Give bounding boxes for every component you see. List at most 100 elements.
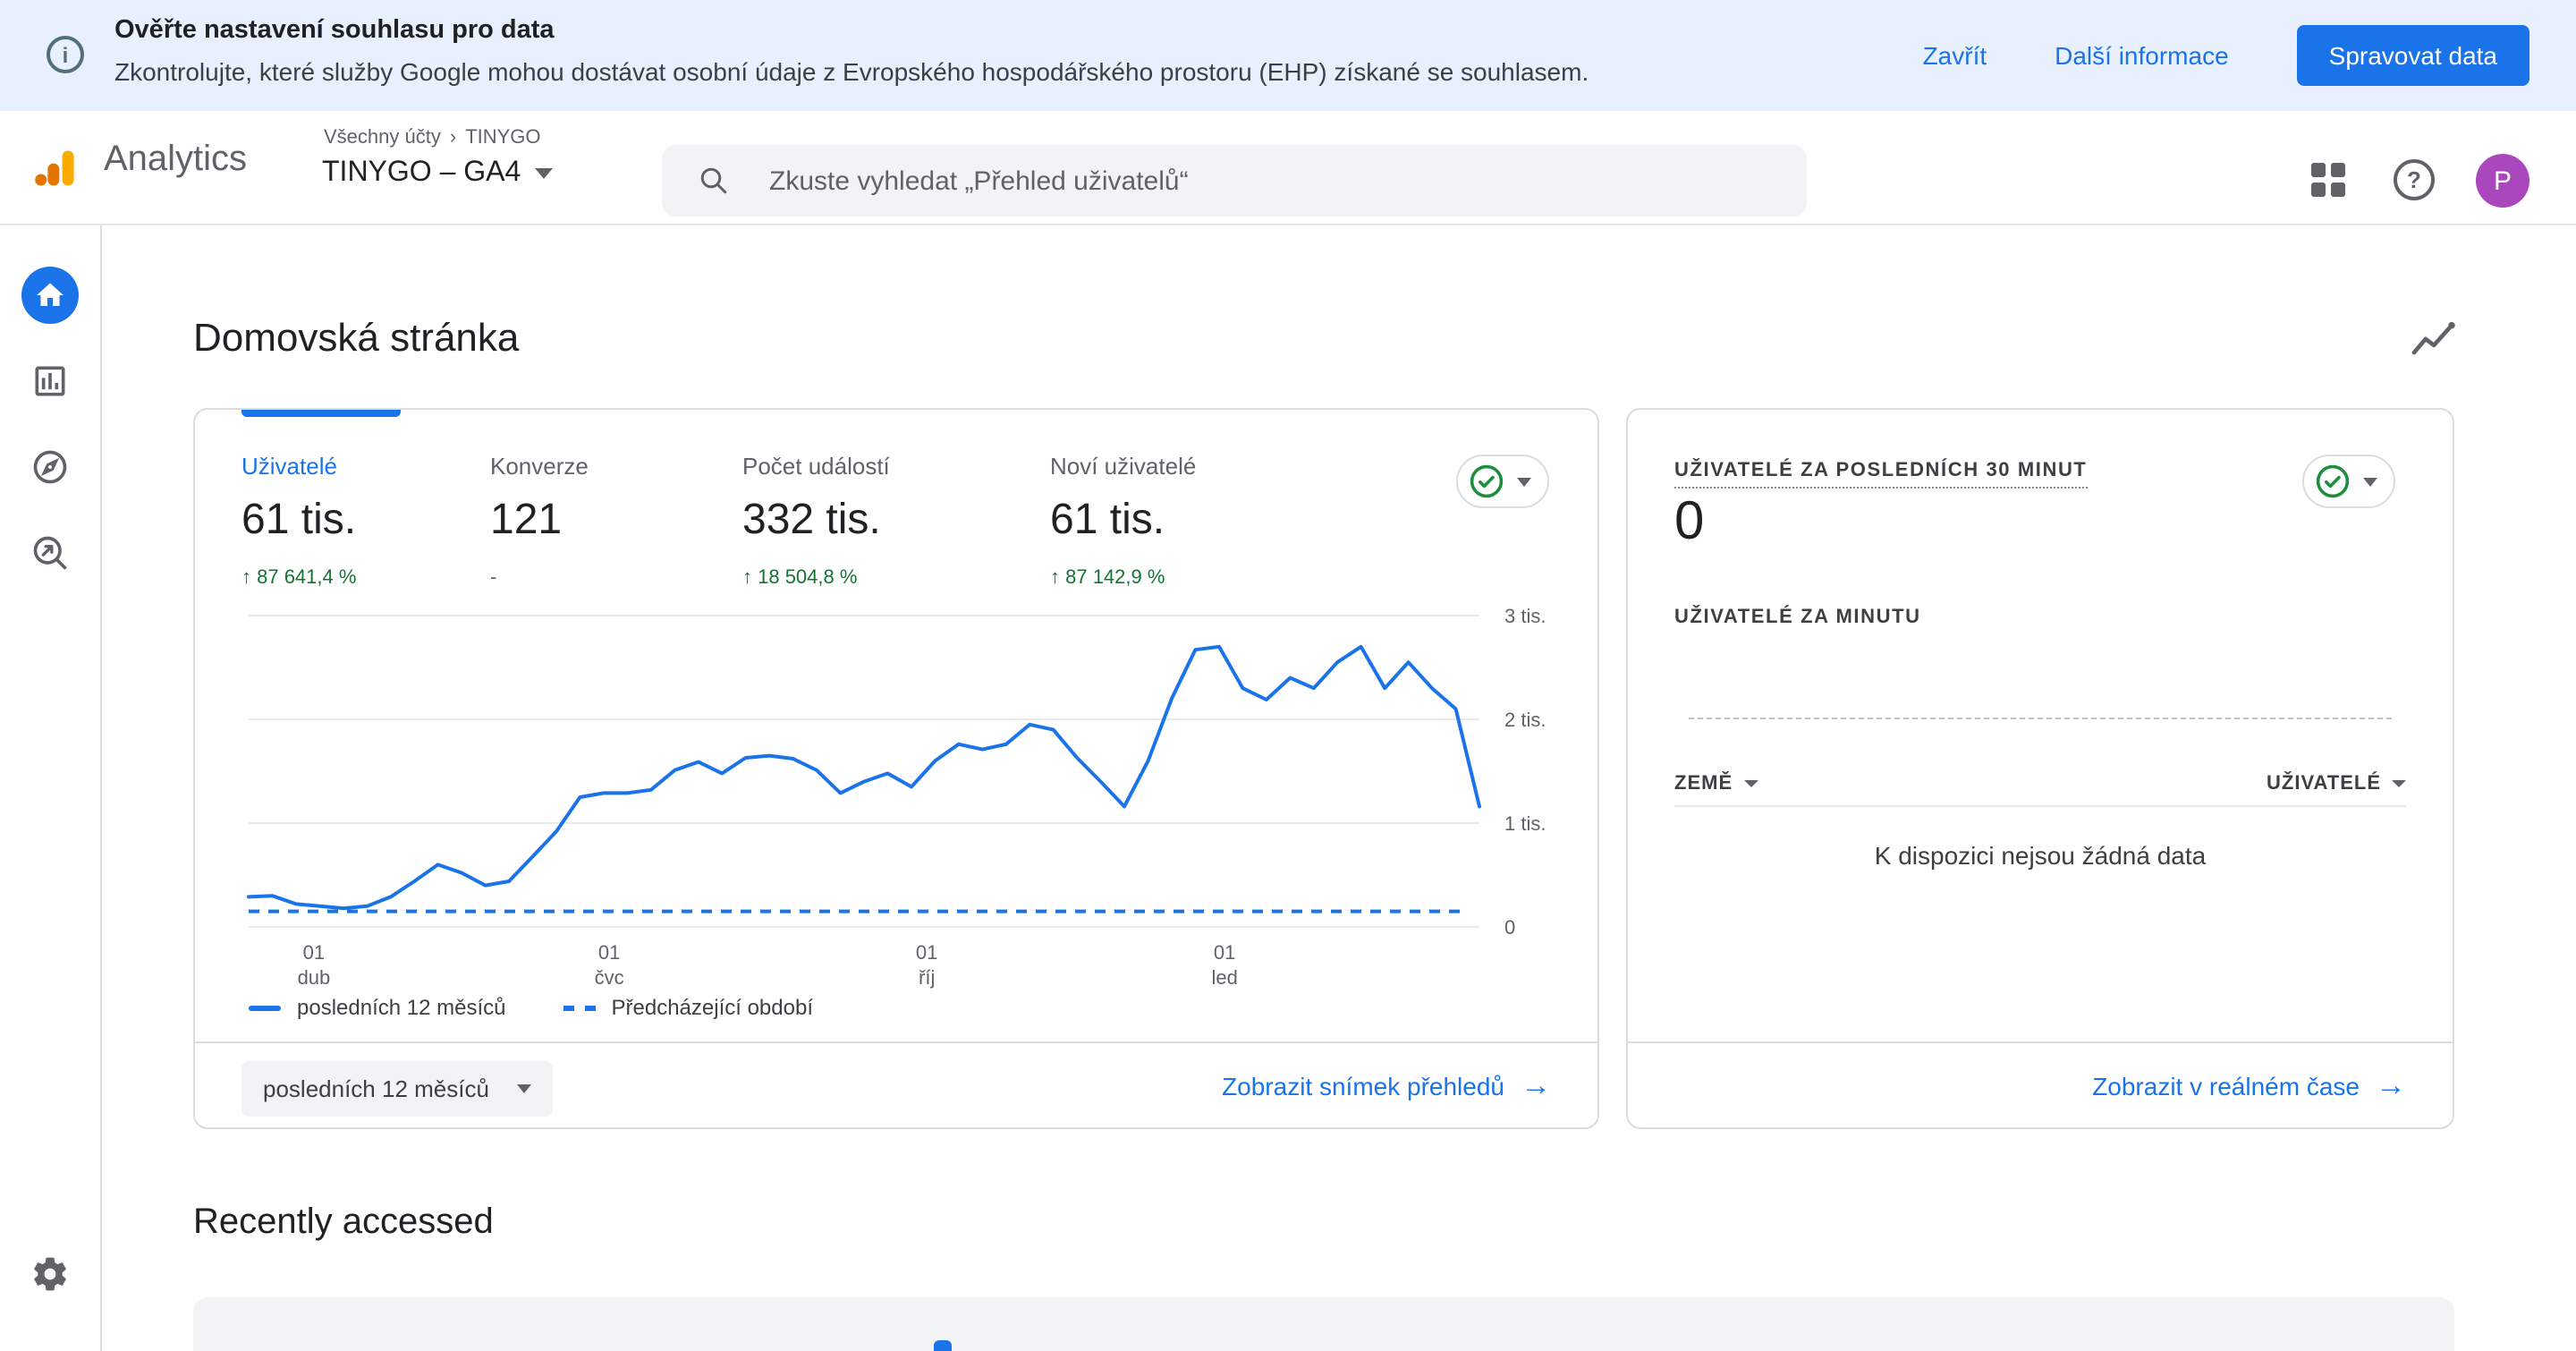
metric-label: Uživatelé	[242, 453, 337, 480]
check-circle-icon	[2316, 464, 2350, 498]
sidebar-item-reports[interactable]	[30, 361, 70, 401]
users-trend-chart: 01 tis.2 tis.3 tis.01dub01čvc01říj01led	[247, 605, 1546, 989]
search-bar[interactable]	[662, 145, 1807, 217]
info-glyph: i	[62, 42, 69, 67]
banner-more-info-link[interactable]: Další informace	[2055, 41, 2229, 70]
metric-label: Počet událostí	[742, 453, 890, 480]
legend-solid-swatch	[249, 1005, 281, 1010]
data-quality-chip[interactable]	[1456, 455, 1549, 508]
realtime-table-header: ZEMĚ UŽIVATELÉ	[1674, 760, 2406, 807]
column-label: UŽIVATELÉ	[2267, 772, 2381, 794]
column-header-users[interactable]: UŽIVATELÉ	[2267, 772, 2406, 794]
metric-delta: ↑ 87 142,9 %	[1050, 567, 1165, 589]
banner-title: Ověřte nastavení souhlasu pro data	[114, 16, 555, 45]
view-realtime-label: Zobrazit v reálném čase	[2092, 1071, 2360, 1100]
metric-tab-conversions[interactable]: Konverze 121 -	[490, 453, 589, 589]
metric-tab-event-count[interactable]: Počet událostí 332 tis. ↑ 18 504,8 %	[742, 453, 890, 589]
help-icon[interactable]: ?	[2394, 159, 2435, 200]
svg-text:čvc: čvc	[595, 966, 624, 989]
consent-banner: i Ověřte nastavení souhlasu pro data Zko…	[0, 0, 2576, 111]
manage-data-button[interactable]: Spravovat data	[2296, 25, 2529, 86]
data-quality-chip[interactable]	[2302, 455, 2395, 508]
metric-value: 61 tis.	[242, 496, 357, 544]
sidebar-item-explore[interactable]	[30, 447, 70, 487]
svg-text:0: 0	[1504, 916, 1515, 939]
svg-text:3 tis.: 3 tis.	[1504, 605, 1546, 627]
metric-tab-new-users[interactable]: Noví uživatelé 61 tis. ↑ 87 142,9 %	[1050, 453, 1196, 589]
analytics-app: i Ověřte nastavení souhlasu pro data Zko…	[0, 0, 2576, 1351]
svg-text:01: 01	[916, 941, 937, 964]
users-per-minute-label: UŽIVATELÉ ZA MINUTU	[1674, 607, 1921, 628]
legend-dashed-swatch	[563, 1005, 596, 1010]
date-range-selector[interactable]: posledních 12 měsíců	[242, 1061, 554, 1117]
svg-text:led: led	[1211, 966, 1237, 989]
sort-caret-icon	[2392, 779, 2406, 786]
caret-down-icon	[1517, 477, 1531, 486]
explore-icon	[33, 450, 67, 484]
insights-icon[interactable]	[2408, 315, 2462, 369]
info-icon: i	[47, 36, 84, 73]
metric-value: 121	[490, 496, 563, 544]
column-header-country[interactable]: ZEMĚ	[1674, 772, 1758, 794]
sidebar-item-admin[interactable]	[30, 1254, 70, 1294]
metric-delta: -	[490, 567, 497, 589]
sidebar-item-advertising[interactable]	[30, 533, 70, 573]
selected-tab-indicator	[242, 410, 401, 417]
advertising-icon	[33, 536, 67, 570]
reports-snapshot-label: Zobrazit snímek přehledů	[1222, 1071, 1504, 1100]
banner-subtitle: Zkontrolujte, které služby Google mohou …	[114, 57, 1589, 86]
column-label: ZEMĚ	[1674, 772, 1733, 794]
realtime-card-footer: Zobrazit v reálném čase →	[1628, 1041, 2453, 1127]
metric-label: Noví uživatelé	[1050, 453, 1197, 480]
recently-accessed-card[interactable]	[193, 1297, 2454, 1351]
search-icon	[700, 167, 727, 194]
metric-value: 61 tis.	[1050, 496, 1165, 544]
metric-label: Konverze	[490, 453, 589, 480]
apps-grid-icon[interactable]	[2311, 163, 2345, 197]
realtime-card: UŽIVATELÉ ZA POSLEDNÍCH 30 MINUT 0 UŽIVA…	[1626, 408, 2454, 1129]
reports-snapshot-link[interactable]: Zobrazit snímek přehledů →	[1222, 1070, 1551, 1100]
product-name: Analytics	[104, 140, 248, 179]
recently-accessed-title: Recently accessed	[193, 1202, 494, 1242]
legend-label-current: posledních 12 měsíců	[297, 995, 506, 1020]
overview-card-footer: posledních 12 měsíců Zobrazit snímek pře…	[195, 1041, 1597, 1127]
svg-text:1 tis.: 1 tis.	[1504, 812, 1546, 835]
svg-text:01: 01	[1214, 941, 1235, 964]
svg-text:říj: říj	[919, 966, 935, 989]
home-icon	[37, 283, 64, 306]
avatar-initial: P	[2493, 166, 2512, 196]
caret-down-icon	[517, 1084, 532, 1093]
legend-label-previous: Předcházející období	[611, 995, 814, 1020]
metric-tab-users[interactable]: Uživatelé 61 tis. ↑ 87 641,4 %	[242, 453, 356, 589]
search-input[interactable]	[766, 164, 1732, 198]
svg-text:dub: dub	[298, 966, 331, 989]
chevron-right-icon: ›	[449, 127, 457, 149]
recent-item-icon	[934, 1340, 952, 1351]
chart-legend: posledních 12 měsíců Předcházející obdob…	[249, 995, 813, 1020]
date-range-label: posledních 12 měsíců	[263, 1075, 489, 1102]
property-selector[interactable]: TINYGO – GA4	[322, 157, 554, 190]
reports-icon	[35, 366, 65, 396]
avatar[interactable]: P	[2476, 154, 2529, 208]
arrow-right-icon: →	[2376, 1068, 2406, 1102]
no-data-message: K dispozici nejsou žádná data	[1874, 841, 2207, 870]
metric-delta: ↑ 87 641,4 %	[242, 567, 357, 589]
property-selector-label: TINYGO – GA4	[322, 157, 521, 188]
svg-text:01: 01	[598, 941, 620, 964]
breadcrumb[interactable]: Všechny účty › TINYGO	[324, 127, 541, 149]
caret-down-icon	[2363, 477, 2377, 486]
breadcrumb-entity[interactable]: TINYGO	[465, 127, 540, 149]
sidebar-item-home[interactable]	[21, 267, 79, 324]
check-circle-icon	[1470, 464, 1504, 498]
gear-icon	[34, 1257, 66, 1291]
app-header: Analytics Všechny účty › TINYGO TINYGO –…	[0, 111, 2576, 225]
breadcrumb-account[interactable]: Všechny účty	[324, 127, 441, 149]
sidebar-nav	[0, 225, 102, 1351]
view-realtime-link[interactable]: Zobrazit v reálném čase →	[2092, 1070, 2406, 1100]
arrow-right-icon: →	[1521, 1068, 1551, 1102]
page-title: Domovská stránka	[193, 315, 520, 360]
svg-text:2 tis.: 2 tis.	[1504, 709, 1546, 731]
realtime-users-value: 0	[1674, 492, 1705, 551]
banner-dismiss-link[interactable]: Zavřít	[1923, 41, 1987, 70]
question-glyph: ?	[2407, 166, 2421, 193]
